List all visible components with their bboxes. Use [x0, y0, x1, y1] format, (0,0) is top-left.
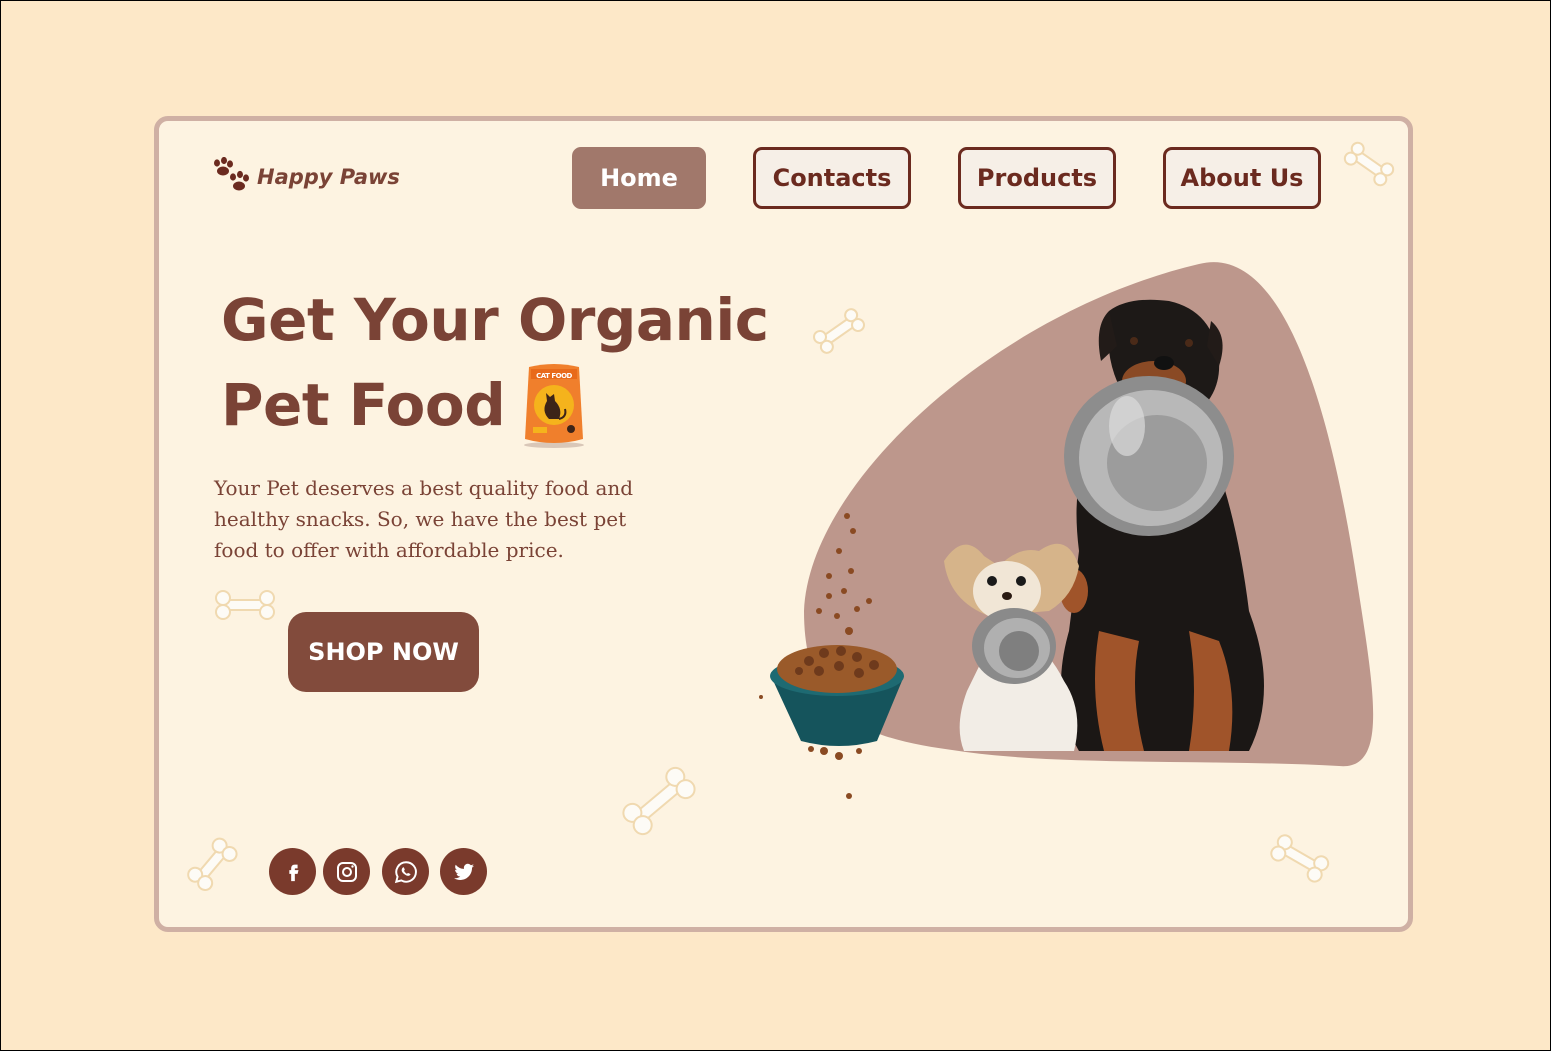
bone-icon	[215, 590, 275, 620]
nav-home[interactable]: Home	[572, 147, 706, 209]
shop-now-button[interactable]: SHOP NOW	[288, 612, 479, 692]
bone-icon	[622, 766, 696, 836]
instagram-icon[interactable]	[323, 848, 370, 895]
whatsapp-icon[interactable]	[382, 848, 429, 895]
steel-bowl-large	[1064, 376, 1234, 536]
bone-icon	[812, 308, 866, 354]
headline-line-2: Pet Food	[221, 371, 506, 439]
hero-headline: Get Your Organic Pet Food CAT FOOD	[221, 279, 781, 449]
nav-contacts[interactable]: Contacts	[753, 147, 911, 209]
nav-about-us[interactable]: About Us	[1163, 147, 1321, 209]
facebook-icon[interactable]	[269, 848, 316, 895]
food-bag-label: CAT FOOD	[536, 372, 572, 380]
headline-line-1: Get Your Organic	[221, 286, 769, 354]
bone-icon	[1270, 834, 1330, 883]
steel-bowl-small	[972, 608, 1056, 684]
brand-name: Happy Paws	[257, 165, 400, 189]
hero-description: Your Pet deserves a best quality food an…	[214, 476, 634, 562]
twitter-icon[interactable]	[440, 848, 487, 895]
brand-logo[interactable]: Happy Paws	[211, 157, 400, 197]
cat-food-bag-icon: CAT FOOD	[524, 364, 585, 448]
landing-card: Happy Paws Home Contacts Products About …	[154, 116, 1413, 932]
paw-icon	[214, 157, 249, 191]
nav-products[interactable]: Products	[958, 147, 1116, 209]
bone-icon	[1343, 141, 1395, 187]
bone-icon	[187, 837, 238, 892]
